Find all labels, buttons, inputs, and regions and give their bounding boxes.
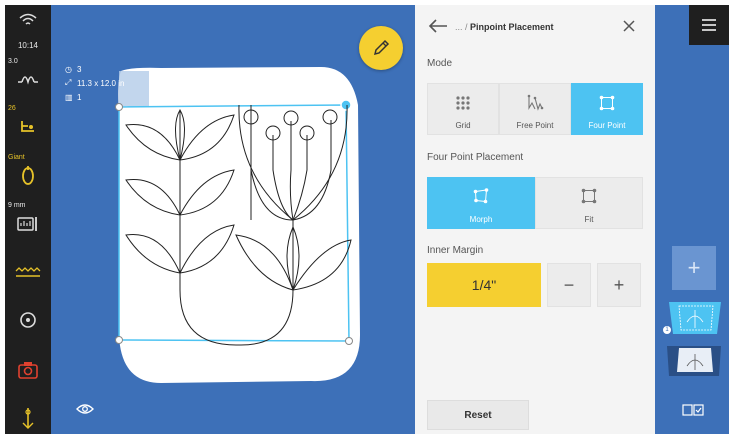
zigzag-stitch-icon bbox=[15, 267, 41, 277]
page-title: Pinpoint Placement bbox=[470, 22, 554, 32]
design-thumbnail-selected[interactable] bbox=[665, 300, 723, 336]
eye-icon[interactable] bbox=[76, 403, 94, 415]
size-value: 11.3 x 12.0 in bbox=[77, 78, 125, 88]
rows-icon: ▥ bbox=[65, 92, 73, 102]
menu-button[interactable] bbox=[689, 5, 729, 45]
inner-margin-value[interactable]: 1/4" bbox=[427, 263, 541, 307]
needle-icon bbox=[22, 408, 34, 429]
tension-control[interactable]: 3.0 bbox=[5, 55, 51, 105]
left-status-bar: 10:14 3.0 26 Giant 9 mm bbox=[5, 5, 51, 434]
free-point-icon bbox=[527, 94, 544, 111]
camera-control[interactable] bbox=[5, 353, 51, 393]
tension-value: 3.0 bbox=[8, 58, 18, 65]
fit-icon bbox=[581, 188, 597, 204]
design-thumbnail[interactable] bbox=[665, 342, 723, 378]
add-design-button[interactable]: + bbox=[672, 246, 716, 290]
inner-margin-label: Inner Margin bbox=[427, 245, 484, 256]
stitch-pattern-control[interactable] bbox=[5, 255, 51, 295]
margin-increase-button[interactable]: + bbox=[597, 263, 641, 307]
placement-morph-label: Morph bbox=[469, 215, 493, 224]
corner-handle-top-right[interactable] bbox=[340, 99, 352, 111]
reset-button[interactable]: Reset bbox=[427, 400, 529, 430]
stitch-length-value: 9 mm bbox=[8, 202, 26, 209]
mode-free-point-label: Free Point bbox=[516, 121, 554, 130]
mode-grid-button[interactable]: Grid bbox=[427, 83, 499, 135]
four-point-placement-selector: Morph Fit bbox=[427, 177, 643, 229]
pinpoint-placement-panel: ... / Pinpoint Placement Mode Grid Free … bbox=[415, 5, 655, 434]
compare-icon[interactable] bbox=[682, 403, 704, 417]
mode-grid-label: Grid bbox=[455, 121, 471, 130]
corner-handle-bottom-right[interactable] bbox=[345, 337, 353, 345]
close-icon[interactable] bbox=[621, 18, 637, 34]
edit-button[interactable] bbox=[359, 26, 403, 70]
mode-selector: Grid Free Point Four Point bbox=[427, 83, 643, 135]
camera-icon bbox=[18, 362, 38, 379]
app-root: 10:14 3.0 26 Giant 9 mm ◷ 3 ⤢ 11.3 x 12.… bbox=[0, 0, 729, 439]
stitch-length-icon bbox=[17, 217, 37, 231]
mode-four-point-button[interactable]: Four Point bbox=[571, 83, 643, 135]
speed-value: 26 bbox=[8, 105, 16, 112]
mode-label: Mode bbox=[427, 58, 453, 69]
bobbin-control[interactable] bbox=[5, 303, 51, 343]
corner-handle-bottom-left[interactable] bbox=[115, 336, 123, 344]
foot-icon bbox=[22, 166, 34, 185]
placement-fit-button[interactable]: Fit bbox=[535, 177, 643, 229]
mode-four-point-label: Four Point bbox=[588, 121, 626, 130]
back-arrow-icon[interactable] bbox=[427, 17, 449, 35]
breadcrumb-prefix[interactable]: ... / bbox=[455, 22, 468, 32]
stitch-regulator-control[interactable]: 26 bbox=[5, 105, 51, 155]
four-point-placement-label: Four Point Placement bbox=[427, 152, 524, 163]
hopper-value: Giant bbox=[8, 154, 25, 161]
quilt-canvas[interactable]: ◷ 3 ⤢ 11.3 x 12.0 in ▥ 1 bbox=[51, 5, 415, 434]
breadcrumb: ... / Pinpoint Placement bbox=[455, 22, 554, 32]
rows-row: ▥ 1 bbox=[65, 90, 124, 104]
stitch-regulator-icon bbox=[21, 121, 34, 132]
wifi-icon bbox=[19, 13, 37, 25]
grid-dots-icon bbox=[456, 96, 470, 110]
bobbin-icon bbox=[20, 312, 36, 328]
resize-icon: ⤢ bbox=[65, 78, 72, 87]
clock-icon: ◷ bbox=[65, 64, 72, 74]
right-toolbar: + 1 bbox=[655, 5, 729, 434]
hamburger-menu-icon bbox=[702, 19, 716, 31]
pencil-icon bbox=[373, 39, 390, 56]
tension-icon bbox=[18, 76, 38, 85]
hopper-control[interactable]: Giant bbox=[5, 153, 51, 203]
corner-handle-top-left[interactable] bbox=[115, 103, 123, 111]
four-point-icon bbox=[599, 95, 615, 111]
repeat-count-value: 3 bbox=[77, 64, 82, 74]
morph-icon bbox=[473, 188, 489, 204]
rows-value: 1 bbox=[77, 92, 82, 102]
panel-header: ... / Pinpoint Placement bbox=[415, 5, 655, 47]
thumbnail-badge: 1 bbox=[662, 325, 672, 335]
placement-fit-label: Fit bbox=[584, 215, 594, 224]
needle-control[interactable] bbox=[5, 403, 51, 434]
repeat-count-row: ◷ 3 bbox=[65, 62, 124, 76]
size-row: ⤢ 11.3 x 12.0 in bbox=[65, 76, 124, 90]
mode-free-point-button[interactable]: Free Point bbox=[499, 83, 571, 135]
margin-decrease-button[interactable]: − bbox=[547, 263, 591, 307]
clock-time: 10:14 bbox=[17, 41, 39, 50]
design-stats: ◷ 3 ⤢ 11.3 x 12.0 in ▥ 1 bbox=[65, 62, 124, 104]
placement-morph-button[interactable]: Morph bbox=[427, 177, 535, 229]
stitch-length-control[interactable]: 9 mm bbox=[5, 201, 51, 251]
